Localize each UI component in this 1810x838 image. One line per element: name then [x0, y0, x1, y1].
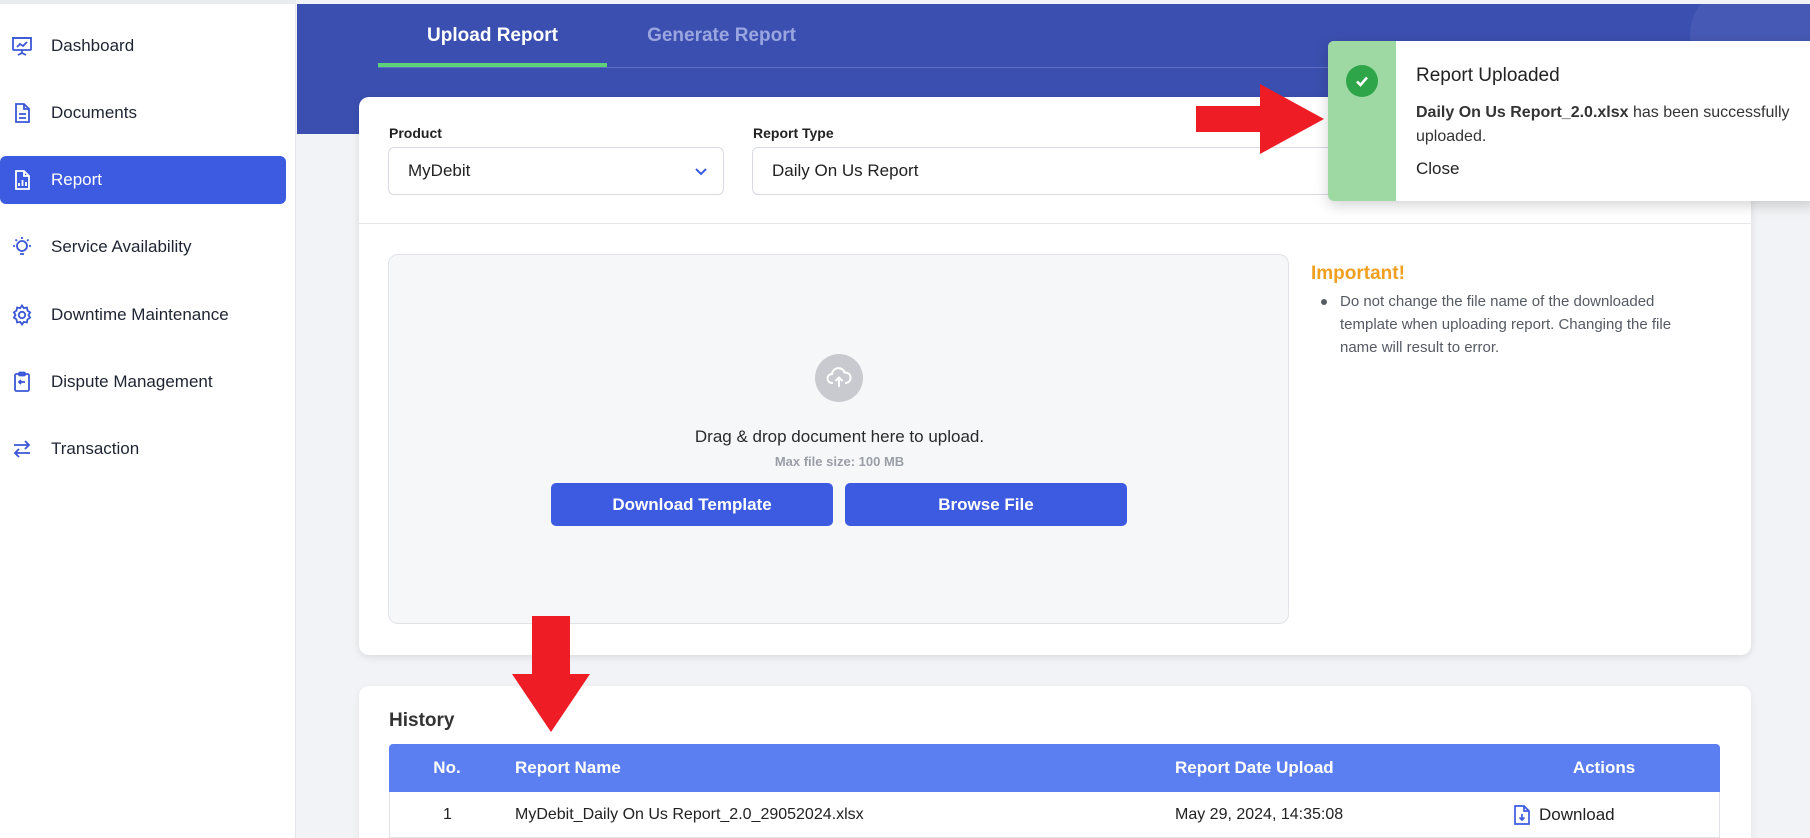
table-header: No. Report Name Report Date Upload Actio…: [389, 744, 1720, 792]
product-select[interactable]: MyDebit: [388, 147, 724, 195]
important-note: Do not change the file name of the downl…: [1321, 290, 1710, 359]
success-toast: Report Uploaded Daily On Us Report_2.0.x…: [1328, 41, 1810, 201]
history-title: History: [389, 710, 455, 731]
card-divider: [359, 223, 1751, 224]
browse-file-button[interactable]: Browse File: [845, 483, 1127, 526]
download-label: Download: [1539, 805, 1615, 824]
sidebar-item-label: Service Availability: [51, 237, 192, 256]
toast-message: Daily On Us Report_2.0.xlsx has been suc…: [1416, 101, 1806, 149]
sidebar-item-dispute-management[interactable]: Dispute Management: [0, 358, 286, 406]
gear-icon: [10, 303, 34, 327]
sidebar-item-downtime-maintenance[interactable]: Downtime Maintenance: [0, 291, 286, 339]
report-type-select[interactable]: Daily On Us Report: [752, 147, 1352, 195]
download-template-button[interactable]: Download Template: [551, 483, 833, 526]
annotation-arrow-down-icon: [512, 616, 590, 732]
tab-upload-report[interactable]: Upload Report: [378, 4, 607, 67]
document-icon: [10, 101, 34, 125]
sidebar-item-dashboard[interactable]: Dashboard: [0, 22, 286, 70]
dropzone-instruction: Drag & drop document here to upload.: [694, 427, 985, 446]
row-number: 1: [443, 806, 452, 823]
bullet-icon: [1321, 299, 1327, 305]
report-type-label: Report Type: [753, 125, 834, 141]
check-circle-icon: [1346, 65, 1378, 97]
column-header-report-name: Report Name: [515, 758, 621, 777]
toast-filename: Daily On Us Report_2.0.xlsx: [1416, 104, 1629, 121]
sidebar-item-documents[interactable]: Documents: [0, 89, 286, 137]
report-type-select-value: Daily On Us Report: [772, 161, 919, 180]
sidebar-item-service-availability[interactable]: Service Availability: [0, 223, 286, 271]
product-label: Product: [389, 125, 442, 141]
toast-title: Report Uploaded: [1416, 65, 1560, 86]
cloud-upload-icon: [815, 354, 863, 402]
tab-generate-report[interactable]: Generate Report: [607, 4, 836, 67]
sidebar: Dashboard Documents Report Service Avail…: [0, 0, 296, 838]
annotation-arrow-right-icon: [1196, 84, 1324, 154]
row-download-link[interactable]: Download: [1513, 792, 1615, 838]
tab-divider: [378, 67, 1478, 68]
column-header-report-date: Report Date Upload: [1175, 758, 1334, 777]
row-report-date: May 29, 2024, 14:35:08: [1175, 806, 1344, 823]
chevron-down-icon: [693, 163, 709, 179]
table-row: 1 MyDebit_Daily On Us Report_2.0_2905202…: [389, 792, 1720, 838]
presentation-chart-icon: [10, 34, 34, 58]
sidebar-item-label: Documents: [51, 103, 137, 122]
file-download-icon: [1513, 805, 1531, 825]
sidebar-item-label: Report: [51, 170, 103, 189]
sidebar-top-border: [0, 0, 296, 4]
important-note-text: Do not change the file name of the downl…: [1340, 293, 1672, 356]
active-tab-indicator: [378, 63, 607, 67]
file-dropzone[interactable]: Drag & drop document here to upload. Max…: [388, 254, 1289, 624]
report-chart-icon: [10, 168, 34, 192]
sidebar-item-label: Dashboard: [51, 36, 135, 55]
lightbulb-icon: [10, 235, 34, 259]
important-title: Important!: [1311, 263, 1405, 284]
product-select-value: MyDebit: [408, 161, 471, 180]
sidebar-item-label: Downtime Maintenance: [51, 305, 229, 324]
sidebar-item-label: Transaction: [51, 439, 140, 458]
sidebar-item-report[interactable]: Report: [0, 156, 286, 204]
row-report-name: MyDebit_Daily On Us Report_2.0_29052024.…: [515, 806, 864, 823]
toast-close-button[interactable]: Close: [1416, 159, 1459, 179]
clipboard-icon: [10, 370, 34, 394]
column-header-no: No.: [433, 758, 461, 777]
max-file-size: Max file size: 100 MB: [774, 454, 905, 469]
column-header-actions: Actions: [1572, 758, 1636, 777]
arrows-exchange-icon: [10, 437, 34, 461]
sidebar-item-label: Dispute Management: [51, 372, 213, 391]
sidebar-item-transaction[interactable]: Transaction: [0, 425, 286, 473]
